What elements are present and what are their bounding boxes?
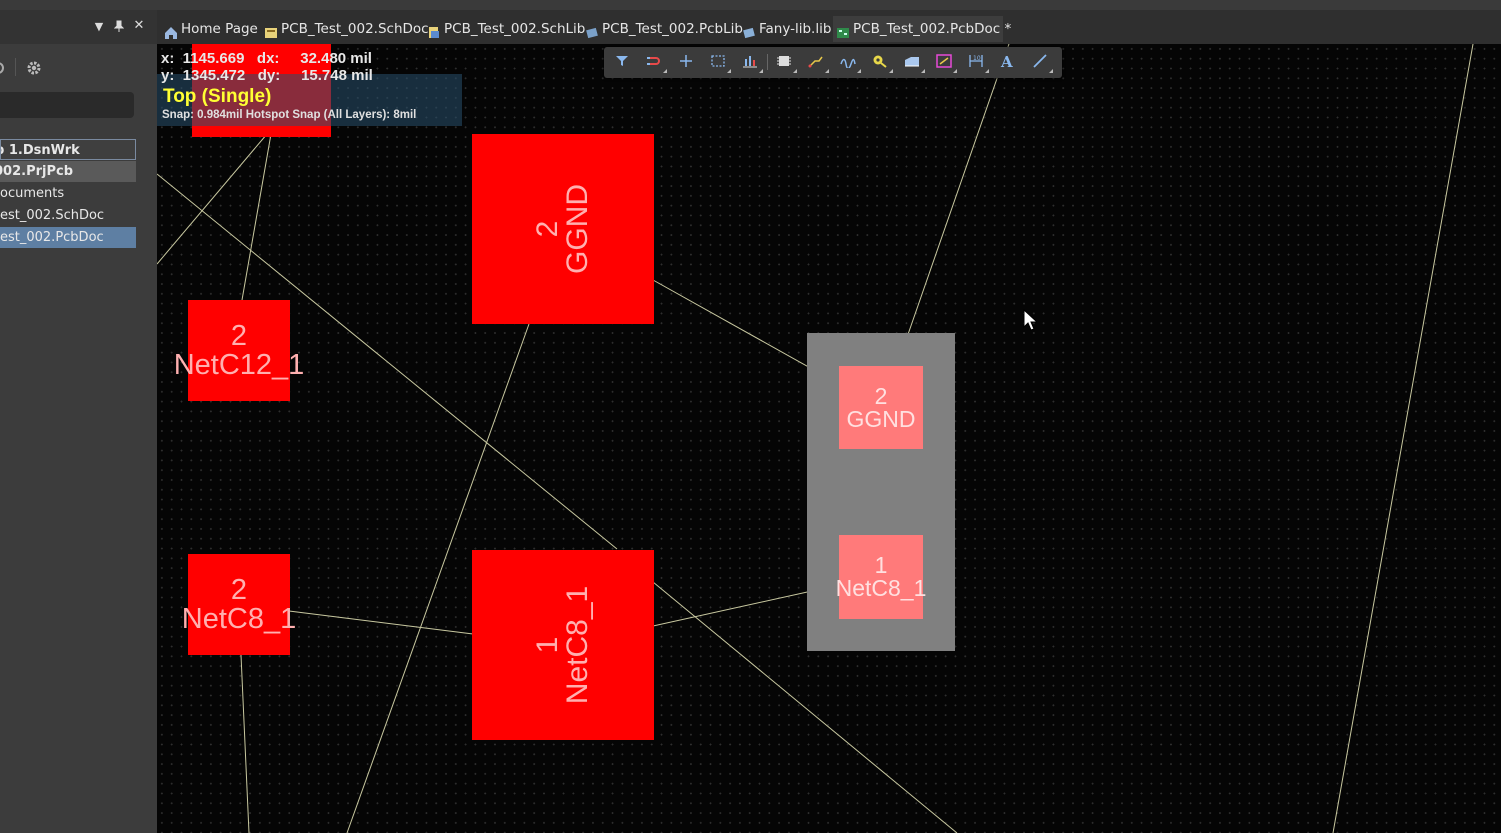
tab-pcblib[interactable]: PCB_Test_002.PcbLib <box>582 16 743 42</box>
pad-label: 2 GGND <box>531 184 594 274</box>
home-icon <box>164 22 178 39</box>
pcb-lib-icon <box>585 22 599 39</box>
search-input[interactable] <box>0 92 134 118</box>
mouse-cursor-icon <box>1023 308 1039 335</box>
panel-header: ▼ ✕ <box>0 10 157 44</box>
schematic-doc-icon <box>264 22 278 38</box>
pad-label: 2 NetC8_1 <box>181 573 297 635</box>
pad-label: 1 NetC8_1 <box>531 585 594 705</box>
tab-integrated-lib[interactable]: Fany-lib.lib <box>739 16 831 42</box>
panel-toolbar <box>0 54 157 82</box>
hud-layer-name: Top (Single) <box>163 86 272 107</box>
toolbar-separator <box>767 54 768 70</box>
tree-item-pcbdoc[interactable]: est_002.PcbDoc <box>0 227 136 248</box>
close-icon[interactable]: ✕ <box>132 18 146 33</box>
pcb-doc-icon <box>836 22 850 38</box>
text-icon[interactable]: A <box>996 51 1022 73</box>
pad-c8-2[interactable]: 2 NetC8_1 <box>182 554 296 655</box>
hud-coordinates: x: 1145.669 dx: 32.480 mil y: 1345.472 dy… <box>161 50 373 84</box>
pad-c12-2[interactable]: 2 NetC12_1 <box>174 300 304 401</box>
tab-schlib[interactable]: PCB_Test_002.SchLib <box>424 16 585 42</box>
toolbar-separator <box>15 58 16 76</box>
polygon-icon[interactable] <box>900 51 926 73</box>
pad-label: 1 NetC8_1 <box>835 552 927 601</box>
component-icon[interactable] <box>772 51 798 73</box>
ratsnest-line <box>896 44 1010 367</box>
hud-y-line: y: 1345.472 dy: 15.748 mil <box>161 67 373 84</box>
tab-schdoc[interactable]: PCB_Test_002.SchDoc <box>261 16 429 42</box>
ratsnest-line <box>288 610 474 635</box>
hud-snap-info: Snap: 0.984mil Hotspot Snap (All Layers)… <box>162 109 417 121</box>
projects-panel: ▼ ✕ p 1.DsnWrk 002.PrjPcb ocuments est_0… <box>0 10 157 833</box>
interactive-route-icon[interactable] <box>804 51 830 73</box>
differential-pair-icon[interactable] <box>836 51 862 73</box>
pad-u-netc8[interactable]: 1 NetC8_1 <box>472 550 654 740</box>
align-icon[interactable] <box>738 51 764 73</box>
pin-icon[interactable] <box>112 20 126 35</box>
active-bar-toolbar: 10 A <box>604 47 1062 78</box>
hud-x-line: x: 1145.669 dx: 32.480 mil <box>161 50 372 67</box>
pcb-canvas[interactable]: 2 GGND 2 NetC12_1 2 NetC8_1 1 NetC8_1 2 … <box>157 44 1501 833</box>
heads-up-display: x: 1145.669 dx: 32.480 mil y: 1345.472 dy… <box>157 44 462 126</box>
tree-item-project[interactable]: 002.PrjPcb <box>0 161 136 182</box>
project-options-icon[interactable] <box>0 60 6 80</box>
ratsnest-line <box>157 133 268 265</box>
svg-text:10: 10 <box>973 55 981 62</box>
svg-text:A: A <box>1000 54 1013 70</box>
tab-home-page[interactable]: Home Page <box>161 16 258 42</box>
filter-icon[interactable] <box>610 51 636 73</box>
gear-icon[interactable] <box>26 60 42 80</box>
schematic-lib-icon <box>427 22 441 38</box>
place-cross-icon[interactable] <box>674 51 700 73</box>
tree-item-workspace[interactable]: p 1.DsnWrk <box>0 139 136 160</box>
document-tab-bar: Home Page PCB_Test_002.SchDoc PCB_Test_0… <box>157 10 1501 44</box>
line-icon[interactable] <box>1028 51 1054 73</box>
tree-item-schdoc[interactable]: est_002.SchDoc <box>0 205 136 226</box>
select-rect-icon[interactable] <box>706 51 732 73</box>
ratsnest-line <box>240 654 250 833</box>
integrated-lib-icon <box>742 22 756 39</box>
route-icon[interactable] <box>642 51 668 73</box>
tree-item-source-documents[interactable]: ocuments <box>0 183 136 204</box>
pad-label: 2 NetC12_1 <box>173 319 305 381</box>
pad-sel-netc8[interactable]: 1 NetC8_1 <box>835 535 927 619</box>
dropdown-icon[interactable]: ▼ <box>92 20 106 33</box>
pad-sel-ggnd[interactable]: 2 GGND <box>839 366 923 449</box>
keepout-icon[interactable] <box>932 51 958 73</box>
pad-label: 2 GGND <box>846 382 916 432</box>
tab-pcbdoc[interactable]: PCB_Test_002.PcbDoc * <box>833 16 1011 42</box>
dimension-icon[interactable]: 10 <box>964 51 990 73</box>
ratsnest-line <box>1332 44 1474 833</box>
menu-bar <box>0 0 1501 10</box>
pad-u-ggnd[interactable]: 2 GGND <box>472 134 654 324</box>
via-pad-icon[interactable] <box>868 51 894 73</box>
